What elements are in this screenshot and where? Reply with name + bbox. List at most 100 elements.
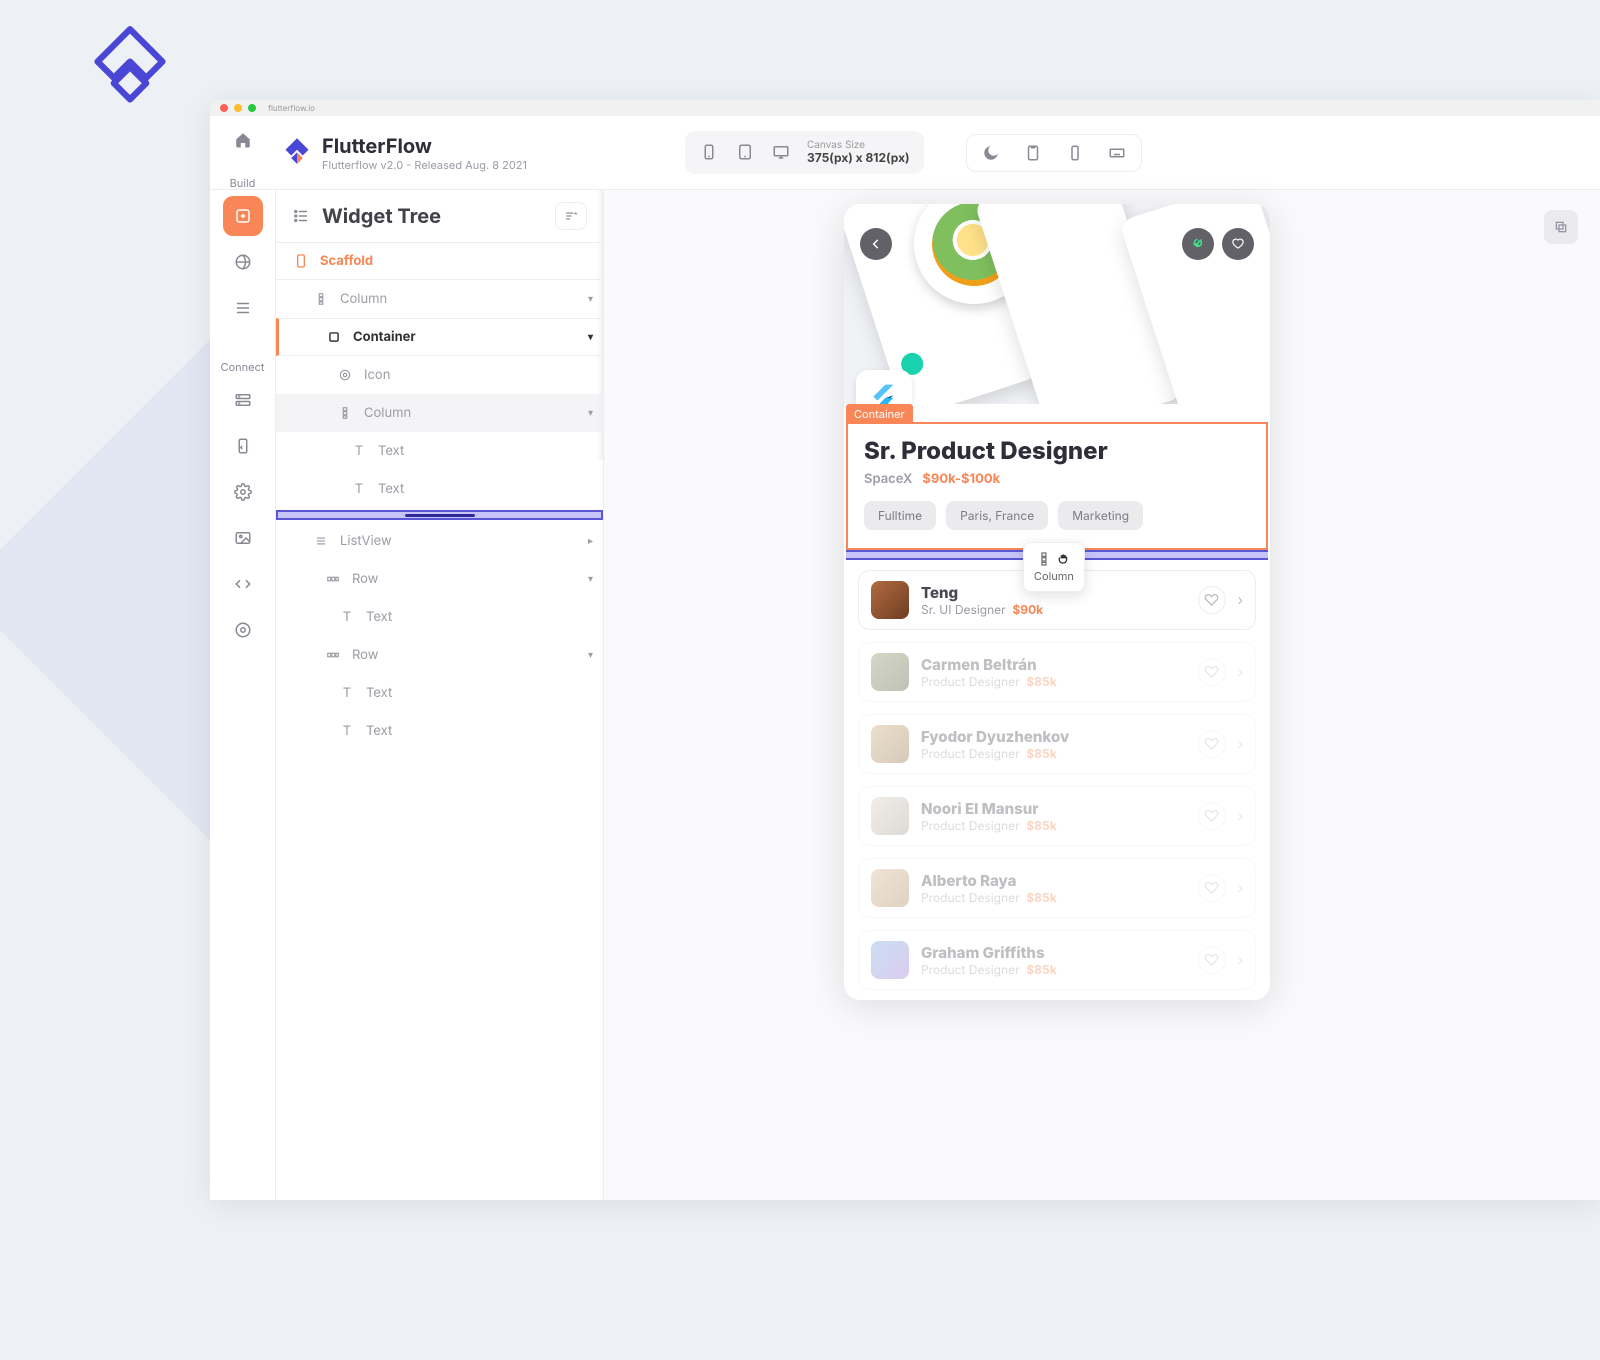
chevron-right-icon[interactable]: ›	[1238, 664, 1243, 681]
heart-icon[interactable]: ♡	[1198, 874, 1226, 902]
chevron-right-icon[interactable]: ›	[1238, 880, 1243, 897]
project-settings-button[interactable]	[223, 610, 263, 650]
scaffold-icon	[292, 253, 310, 269]
components-button[interactable]	[223, 242, 263, 282]
tree-item-text[interactable]: TText	[276, 432, 603, 470]
text-icon: T	[338, 685, 356, 701]
tablet-icon[interactable]	[735, 142, 755, 162]
chip-location[interactable]: Paris, France	[946, 501, 1048, 530]
person-salary: $85k	[1026, 746, 1056, 761]
panel-sort-button[interactable]	[555, 202, 587, 230]
heart-icon[interactable]: ♡	[1198, 586, 1226, 614]
window-close-icon[interactable]	[220, 104, 228, 112]
chevron-down-icon: ▾	[588, 649, 593, 661]
tablet-preview-icon[interactable]	[1023, 143, 1043, 163]
canvas-dimensions: 375(px) x 812(px)	[807, 151, 910, 165]
window-zoom-icon[interactable]	[248, 104, 256, 112]
tree-item-listview[interactable]: ListView ▸	[276, 522, 603, 560]
heart-icon[interactable]: ♡	[1198, 658, 1226, 686]
person-salary: $85k	[1026, 962, 1056, 977]
text-icon: T	[350, 481, 368, 497]
person-card[interactable]: Carmen BeltránProduct Designer $85k ♡ ›	[858, 642, 1256, 702]
chip-category[interactable]: Marketing	[1058, 501, 1143, 530]
tree-item-scaffold[interactable]: Scaffold	[276, 242, 603, 280]
rail-build-label: Build	[230, 176, 256, 190]
window-titlebar: flutterflow.io	[210, 100, 1600, 116]
people-list: TengSr. UI Designer $90k ♡ › Carmen Belt…	[844, 560, 1270, 1000]
tree-item-text[interactable]: TText	[276, 470, 603, 508]
tree-item-row[interactable]: Row ▾	[276, 636, 603, 674]
flutterflow-logo-icon	[85, 22, 175, 112]
text-icon: T	[338, 723, 356, 739]
heart-icon[interactable]: ♡	[1198, 730, 1226, 758]
tree-item-row[interactable]: Row ▾	[276, 560, 603, 598]
window-title: flutterflow.io	[268, 103, 315, 113]
chevron-down-icon: ▾	[588, 331, 593, 343]
phone-preview[interactable]: Container Sr. Product Designer SpaceX $9…	[844, 204, 1270, 1000]
left-iconrail: Build Connect	[210, 190, 276, 1200]
person-card[interactable]: Alberto RayaProduct Designer $85k ♡ ›	[858, 858, 1256, 918]
person-card[interactable]: Graham GriffithsProduct Designer $85k ♡ …	[858, 930, 1256, 990]
device-button[interactable]	[223, 426, 263, 466]
person-salary: $85k	[1026, 818, 1056, 833]
person-card[interactable]: Noori El MansurProduct Designer $85k ♡ ›	[858, 786, 1256, 846]
container-icon	[325, 330, 343, 344]
dark-mode-icon[interactable]	[981, 143, 1001, 163]
drop-hint-label: Column	[1034, 569, 1074, 583]
person-role: Product Designer	[921, 890, 1020, 905]
avatar	[871, 725, 909, 763]
app-window: flutterflow.io FlutterFlow Flutterflow v…	[210, 100, 1600, 1200]
chip-fulltime[interactable]: Fulltime	[864, 501, 936, 530]
gear-icon	[336, 368, 354, 382]
back-button[interactable]	[860, 228, 892, 260]
tree-item-text[interactable]: TText	[276, 712, 603, 750]
panel-title: Widget Tree	[322, 204, 543, 228]
heart-icon[interactable]: ♡	[1198, 946, 1226, 974]
share-button[interactable]	[1182, 228, 1214, 260]
tree-item-text[interactable]: TText	[276, 674, 603, 712]
keyboard-icon[interactable]	[1107, 143, 1127, 163]
chevron-down-icon: ▾	[588, 293, 593, 305]
brand-name: FlutterFlow	[322, 134, 527, 158]
person-salary: $85k	[1026, 674, 1056, 689]
phone-icon[interactable]	[699, 142, 719, 162]
canvas-area[interactable]: Container Sr. Product Designer SpaceX $9…	[604, 190, 1600, 1200]
heart-icon[interactable]: ♡	[1198, 802, 1226, 830]
tree-item-column[interactable]: Column ▾	[276, 280, 603, 318]
person-name: Graham Griffiths	[921, 943, 1186, 962]
code-button[interactable]	[223, 564, 263, 604]
tree-item-container-selected[interactable]: Container ▾	[276, 318, 603, 356]
job-salary: $90k-$100k	[922, 471, 1000, 487]
person-card[interactable]: Fyodor DyuzhenkovProduct Designer $85k ♡…	[858, 714, 1256, 774]
tree-label: Column	[364, 405, 411, 421]
tree-item-icon[interactable]: Icon	[276, 356, 603, 394]
chevron-right-icon[interactable]: ›	[1238, 808, 1243, 825]
tree-label: Column	[340, 291, 387, 307]
add-widget-button[interactable]	[223, 196, 263, 236]
text-icon: T	[338, 609, 356, 625]
chevron-right-icon[interactable]: ›	[1238, 736, 1243, 753]
tree-label: ListView	[340, 533, 392, 549]
favorite-button[interactable]	[1222, 228, 1254, 260]
settings-gear-button[interactable]	[223, 472, 263, 512]
tree-item-column-hover[interactable]: Column ▾	[276, 394, 603, 432]
window-minimize-icon[interactable]	[234, 104, 242, 112]
selected-container-overlay[interactable]: Container Sr. Product Designer SpaceX $9…	[846, 422, 1268, 550]
avatar	[871, 581, 909, 619]
media-button[interactable]	[223, 518, 263, 558]
chevron-right-icon[interactable]: ›	[1238, 952, 1243, 969]
person-role: Product Designer	[921, 962, 1020, 977]
canvas-layers-button[interactable]	[1544, 210, 1578, 244]
database-button[interactable]	[223, 380, 263, 420]
home-button[interactable]	[223, 120, 263, 160]
chevron-right-icon: ▸	[588, 535, 593, 547]
person-role: Product Designer	[921, 818, 1020, 833]
desktop-icon[interactable]	[771, 142, 791, 162]
avatar	[871, 653, 909, 691]
tree-item-text[interactable]: TText	[276, 598, 603, 636]
person-name: Fyodor Dyuzhenkov	[921, 727, 1186, 746]
device-selector[interactable]: Canvas Size 375(px) x 812(px)	[685, 131, 924, 173]
phone-preview-icon[interactable]	[1065, 143, 1085, 163]
chevron-right-icon[interactable]: ›	[1238, 592, 1243, 609]
outline-button[interactable]	[223, 288, 263, 328]
